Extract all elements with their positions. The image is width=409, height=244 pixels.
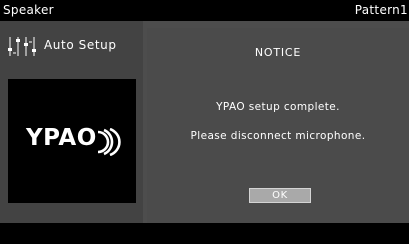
receiver-screen: Speaker Pattern1 Auto Setup YPAO NOTICE … xyxy=(0,0,409,244)
sidebar-item-auto-setup[interactable]: Auto Setup xyxy=(0,28,143,64)
main-content: Auto Setup YPAO NOTICE YPAO setup comple… xyxy=(0,21,409,223)
dialog-title: NOTICE xyxy=(254,46,302,59)
footer-bar xyxy=(0,223,409,244)
sound-waves-icon xyxy=(97,128,121,156)
dialog-message-line-2: Please disconnect microphone. xyxy=(190,130,366,142)
notice-dialog: NOTICE YPAO setup complete. Please disco… xyxy=(147,28,409,223)
logo-text: YPAO xyxy=(26,125,97,151)
sidebar-item-label: Auto Setup xyxy=(44,38,117,52)
ypao-logo: YPAO xyxy=(8,79,136,203)
equalizer-icon xyxy=(8,37,36,56)
ok-button[interactable]: OK xyxy=(249,188,311,203)
header-bar: Speaker Pattern1 xyxy=(0,0,409,21)
screen-title: Speaker xyxy=(3,3,54,17)
pattern-label: Pattern1 xyxy=(354,3,408,17)
dialog-message-line-1: YPAO setup complete. xyxy=(216,101,340,113)
sidebar: Auto Setup YPAO xyxy=(0,21,143,223)
